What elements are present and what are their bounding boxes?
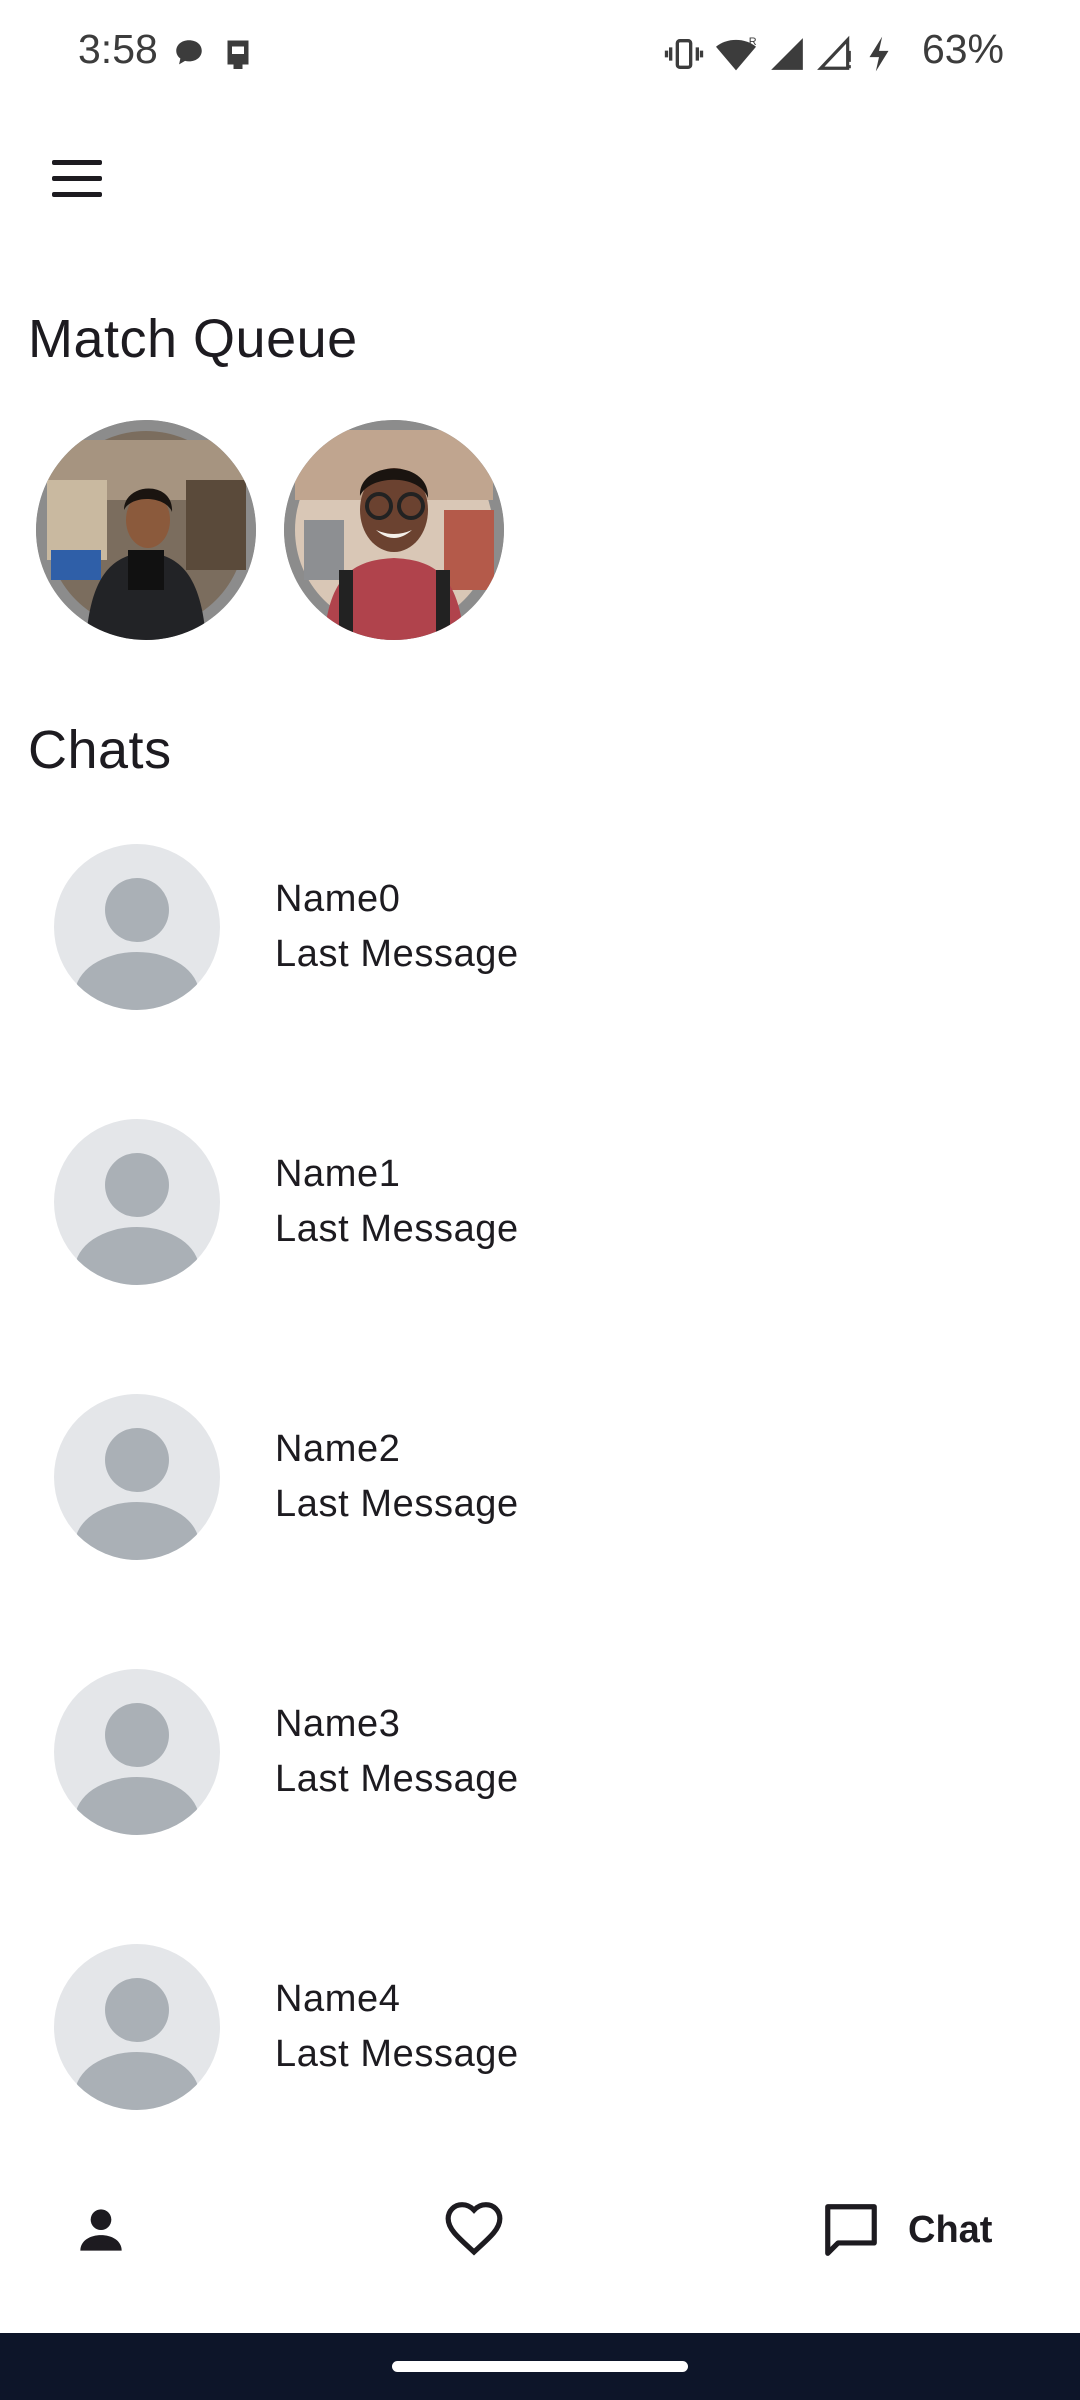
person-icon — [80, 2209, 122, 2251]
wifi-icon: R — [716, 36, 757, 71]
chat-last-message: Last Message — [275, 933, 519, 975]
signal-no-service-icon — [817, 35, 851, 70]
system-navigation-bar — [0, 2333, 1080, 2400]
match-queue-avatar-1[interactable] — [36, 420, 256, 640]
nav-chat-label: Chat — [908, 2208, 993, 2251]
default-avatar-icon — [75, 1978, 199, 2110]
chat-last-message: Last Message — [275, 2033, 519, 2075]
charging-icon — [869, 36, 889, 72]
default-avatar-icon — [75, 1428, 199, 1560]
vibrate-icon — [664, 39, 704, 69]
chat-name: Name1 — [275, 1153, 401, 1195]
chat-list-item[interactable]: Name3 Last Message — [0, 1669, 1080, 1869]
chat-list-item[interactable]: Name4 Last Message — [0, 1944, 1080, 2144]
chat-icon — [825, 2204, 877, 2256]
sim-card-icon — [227, 40, 249, 69]
match-queue-avatar-2[interactable] — [284, 420, 504, 640]
chat-name: Name2 — [275, 1428, 401, 1470]
match-queue-title: Match Queue — [28, 309, 358, 369]
status-bar: 3:58 R 63% — [0, 0, 1080, 105]
svg-text:R: R — [749, 36, 757, 48]
nav-likes[interactable] — [443, 2170, 505, 2290]
chat-list-item[interactable]: Name1 Last Message — [0, 1119, 1080, 1319]
avatar — [54, 1119, 220, 1285]
status-time: 3:58 — [78, 26, 158, 72]
chat-bubble-icon — [176, 40, 202, 65]
signal-icon — [771, 38, 803, 70]
battery-level: 63% — [921, 26, 1004, 72]
chat-name: Name0 — [275, 878, 401, 920]
nav-chat[interactable]: Chat — [818, 2170, 992, 2290]
heart-icon — [445, 2202, 503, 2256]
chat-last-message: Last Message — [275, 1208, 519, 1250]
avatar — [54, 844, 220, 1010]
chat-name: Name3 — [275, 1703, 401, 1745]
chat-last-message: Last Message — [275, 1758, 519, 1800]
default-avatar-icon — [75, 1153, 199, 1285]
default-avatar-icon — [75, 1703, 199, 1835]
avatar — [54, 1944, 220, 2110]
chat-name: Name4 — [275, 1978, 401, 2020]
chat-list-item[interactable]: Name0 Last Message — [0, 844, 1080, 1044]
hamburger-menu-icon[interactable] — [40, 146, 114, 212]
home-gesture-handle[interactable] — [392, 2361, 688, 2372]
chats-title: Chats — [28, 720, 172, 780]
chat-last-message: Last Message — [275, 1483, 519, 1525]
chat-list-item[interactable]: Name2 Last Message — [0, 1394, 1080, 1594]
default-avatar-icon — [75, 878, 199, 1010]
bottom-navigation: Chat — [0, 2170, 1080, 2332]
nav-profile[interactable] — [70, 2170, 132, 2290]
profile-photo-2 — [284, 420, 504, 640]
profile-photo-1 — [36, 420, 256, 640]
avatar — [54, 1669, 220, 1835]
avatar — [54, 1394, 220, 1560]
